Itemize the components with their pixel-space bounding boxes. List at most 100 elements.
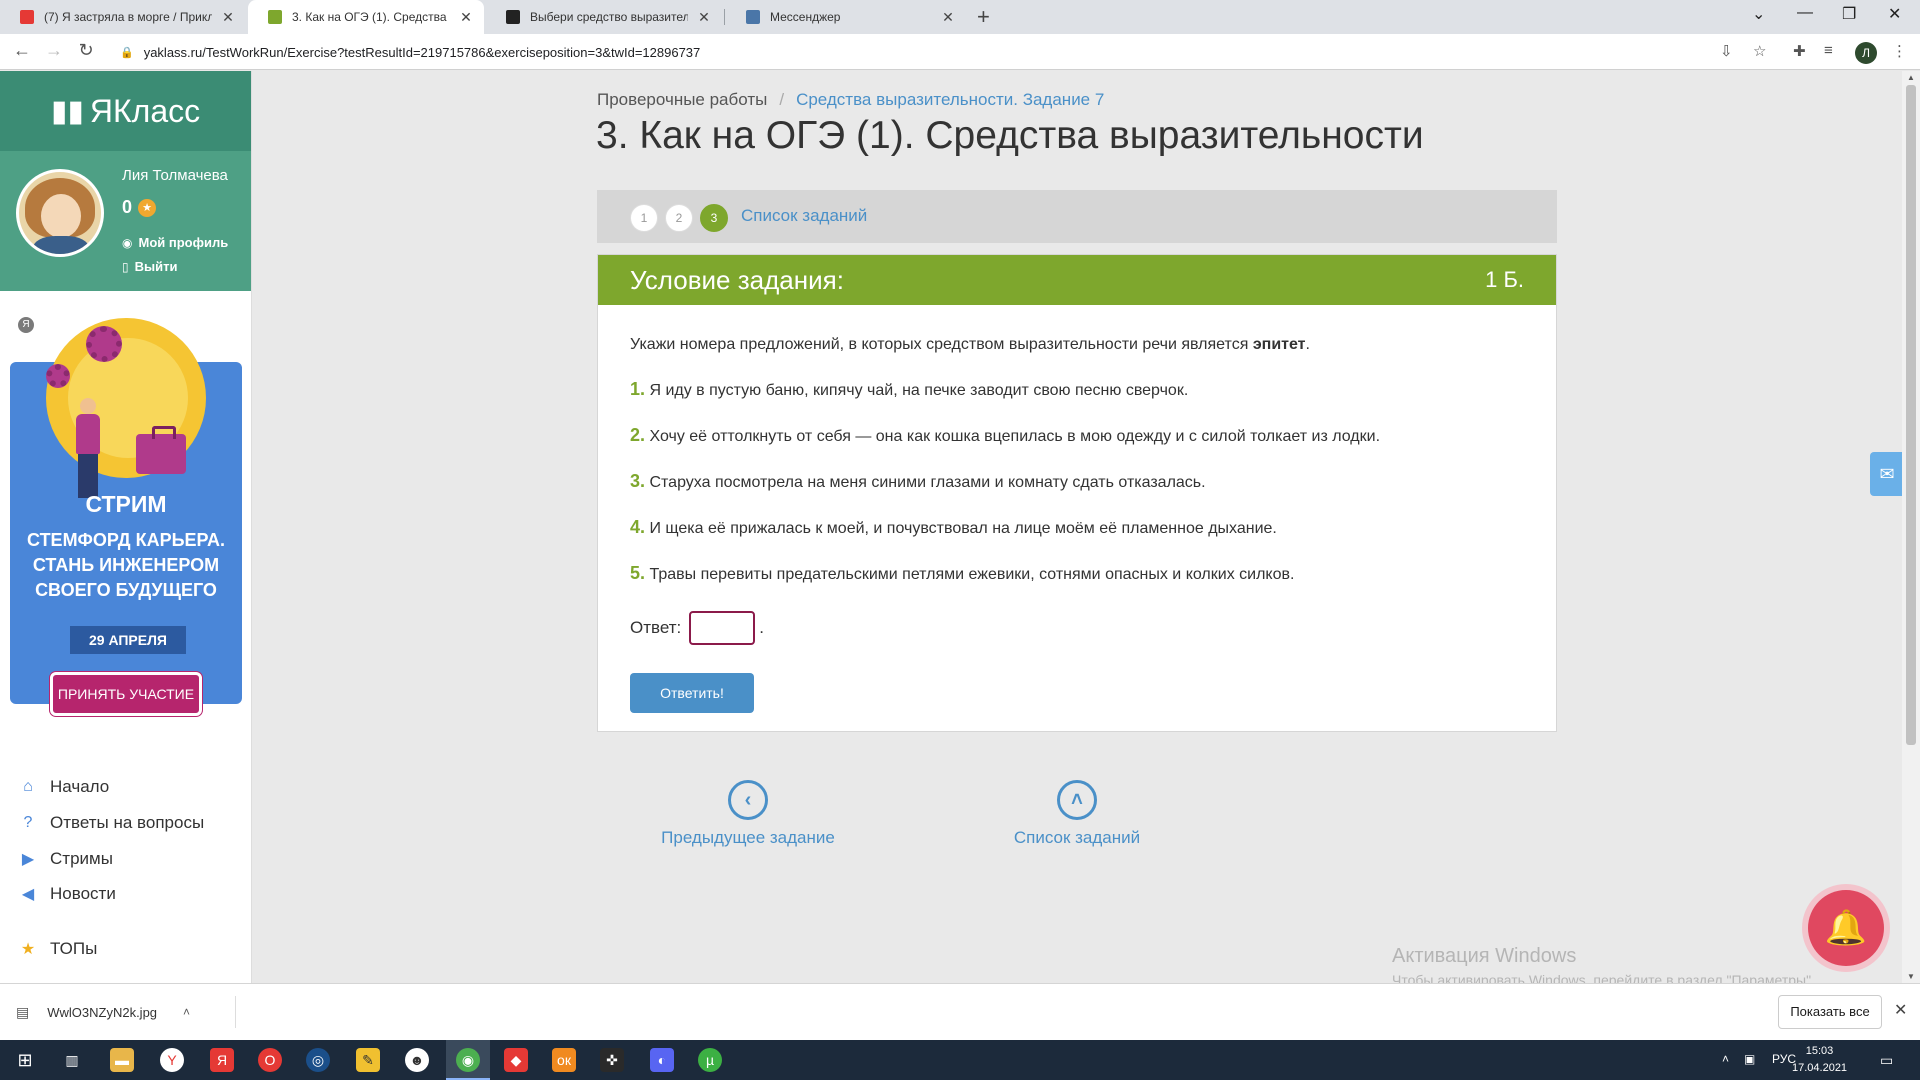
- restore-button[interactable]: ❐: [1842, 4, 1856, 24]
- close-tab-icon[interactable]: ✕: [940, 9, 956, 26]
- steam-icon[interactable]: ◎: [306, 1048, 330, 1072]
- page-button-2[interactable]: 2: [665, 204, 693, 232]
- task-list-label: Список заданий: [1013, 828, 1141, 847]
- reload-icon[interactable]: ↻: [74, 40, 98, 61]
- url-text: yaklass.ru/TestWorkRun/Exercise?testResu…: [143, 44, 701, 60]
- close-tab-icon[interactable]: ✕: [220, 9, 236, 26]
- breadcrumb-separator: /: [779, 90, 785, 109]
- yandex-icon[interactable]: Я: [210, 1048, 234, 1072]
- answer-period: .: [759, 618, 764, 637]
- sidebar-item-tops[interactable]: ★ ТОПы: [16, 939, 97, 959]
- page-scrollbar[interactable]: ▲ ▼: [1902, 71, 1920, 983]
- scrollbar-thumb[interactable]: [1906, 85, 1916, 745]
- page-button-1[interactable]: 1: [630, 204, 658, 232]
- address-bar[interactable]: 🔒 yaklass.ru/TestWorkRun/Exercise?testRe…: [108, 39, 1778, 65]
- sidebar: ▮▮ ЯКласс Я Лия Толмачева 0 ★ ◉ Мой проф…: [0, 71, 252, 983]
- game-icon[interactable]: ☻: [405, 1048, 429, 1072]
- notifications-icon[interactable]: ▭: [1880, 1052, 1893, 1069]
- promo-participate-button[interactable]: ПРИНЯТЬ УЧАСТИЕ: [50, 672, 202, 716]
- notification-bell-icon[interactable]: 🔔: [1808, 890, 1884, 966]
- answer-input[interactable]: [689, 611, 756, 645]
- yandex-browser-icon[interactable]: Y: [160, 1048, 184, 1072]
- sentence-4: 4. И щека её прижалась к моей, и почувст…: [630, 517, 1524, 539]
- question-end: .: [1305, 336, 1310, 353]
- sentence-text: Травы перевиты предательскими петлями еж…: [645, 566, 1295, 583]
- tab-search-icon[interactable]: ⌄: [1752, 4, 1765, 24]
- sentence-number: 2.: [630, 425, 646, 445]
- previous-task-link[interactable]: ‹ Предыдущее задание: [648, 780, 848, 848]
- game-controller-icon[interactable]: ✜: [600, 1048, 624, 1072]
- sidebar-item-news[interactable]: ◀ Новости: [16, 884, 116, 904]
- close-window-button[interactable]: ✕: [1888, 4, 1901, 24]
- star-icon: ★: [20, 941, 36, 958]
- show-all-downloads-button[interactable]: Показать все: [1778, 995, 1882, 1029]
- task-header: Условие задания: 1 Б.: [598, 255, 1556, 305]
- close-downloads-icon[interactable]: ✕: [1894, 1000, 1907, 1020]
- sidebar-item-streams[interactable]: ▶ Стримы: [16, 849, 113, 869]
- feedback-mail-icon[interactable]: ✉: [1870, 452, 1904, 496]
- tab-title: 3. Как на ОГЭ (1). Средства выр...: [292, 10, 450, 24]
- tab-youtube[interactable]: (7) Я застряла в морге / Прикл... ✕: [0, 0, 246, 34]
- person-graphic: [72, 398, 102, 498]
- user-name[interactable]: Лия Толмачева: [122, 167, 228, 184]
- sidebar-item-label: Ответы на вопросы: [50, 813, 205, 832]
- task-view-icon[interactable]: ▥: [60, 1048, 84, 1072]
- chrome-icon[interactable]: ◉: [456, 1048, 480, 1072]
- youtube-icon: [20, 10, 34, 24]
- notes-icon[interactable]: ✎: [356, 1048, 380, 1072]
- sentence-1: 1. Я иду в пустую баню, кипячу чай, на п…: [630, 379, 1524, 401]
- discord-icon[interactable]: ◐: [650, 1048, 674, 1072]
- tray-expand-icon[interactable]: ˄: [1722, 1052, 1729, 1066]
- page-button-3[interactable]: 3: [700, 204, 728, 232]
- opera-icon[interactable]: O: [258, 1048, 282, 1072]
- promo-banner[interactable]: СТРИМ СТЕМФОРД КАРЬЕРА. СТАНЬ ИНЖЕНЕРОМ …: [10, 308, 242, 728]
- download-item[interactable]: ▤ WwlO3NZyN2k.jpg ˄: [16, 996, 236, 1028]
- install-app-icon[interactable]: ⇩: [1720, 42, 1733, 60]
- windows-start-icon[interactable]: ⊞: [13, 1048, 37, 1072]
- chevron-left-icon: ‹: [728, 780, 768, 820]
- promo-text: СТЕМФОРД КАРЬЕРА. СТАНЬ ИНЖЕНЕРОМ СВОЕГО…: [27, 530, 225, 600]
- utorrent-icon[interactable]: µ: [698, 1048, 722, 1072]
- bookmark-star-icon[interactable]: ☆: [1753, 42, 1766, 60]
- minimize-button[interactable]: —: [1797, 4, 1813, 22]
- sentence-5: 5. Травы перевиты предательскими петлями…: [630, 563, 1524, 585]
- chevron-up-icon[interactable]: ˄: [183, 1005, 190, 1019]
- task-pager: 1 2 3 Список заданий: [597, 190, 1557, 243]
- task-list-bottom-link[interactable]: ˄ Список заданий: [977, 780, 1177, 848]
- logout-label: Выйти: [134, 259, 178, 274]
- my-profile-link[interactable]: ◉ Мой профиль: [122, 235, 228, 250]
- media-control-icon[interactable]: ≡: [1824, 42, 1833, 59]
- close-tab-icon[interactable]: ✕: [696, 9, 712, 26]
- network-icon[interactable]: ▣: [1744, 1052, 1755, 1066]
- back-arrow-icon[interactable]: ←: [10, 40, 34, 61]
- logout-link[interactable]: ▯ Выйти: [122, 259, 177, 274]
- tab-messenger[interactable]: Мессенджер ✕: [726, 0, 966, 34]
- tab-quiz[interactable]: Выбери средство выразительно... ✕: [486, 0, 722, 34]
- close-tab-icon[interactable]: ✕: [458, 9, 474, 26]
- logo-text: ЯКласс: [89, 92, 201, 129]
- roblox-icon[interactable]: ◆: [504, 1048, 528, 1072]
- lock-icon: 🔒: [120, 46, 134, 59]
- breadcrumb-topic-link[interactable]: Средства выразительности. Задание 7: [796, 90, 1104, 110]
- user-panel: Я Лия Толмачева 0 ★ ◉ Мой профиль ▯ Выйт…: [0, 151, 251, 335]
- new-tab-button[interactable]: +: [977, 4, 990, 30]
- avatar[interactable]: [16, 169, 104, 257]
- system-clock[interactable]: 15:03 17.04.2021: [1792, 1043, 1847, 1077]
- gear-icon: [46, 364, 70, 388]
- forward-arrow-icon[interactable]: →: [42, 40, 66, 61]
- scroll-down-icon[interactable]: ▼: [1907, 972, 1915, 981]
- scroll-up-icon[interactable]: ▲: [1907, 73, 1915, 82]
- odnoklassniki-icon[interactable]: ок: [552, 1048, 576, 1072]
- sidebar-item-home[interactable]: ⌂ Начало: [16, 777, 109, 797]
- submit-answer-button[interactable]: Ответить!: [630, 673, 754, 713]
- breadcrumb-tests-link[interactable]: Проверочные работы: [597, 90, 767, 110]
- tab-yaklass[interactable]: 3. Как на ОГЭ (1). Средства выр... ✕: [248, 0, 484, 34]
- extensions-icon[interactable]: ✚: [1793, 42, 1806, 60]
- sidebar-item-answers[interactable]: ? Ответы на вопросы: [16, 813, 205, 833]
- task-list-link[interactable]: Список заданий: [741, 206, 867, 226]
- site-logo[interactable]: ▮▮ ЯКласс: [0, 71, 251, 151]
- profile-avatar[interactable]: Л: [1855, 42, 1877, 64]
- task-card: Условие задания: 1 Б. Укажи номера предл…: [597, 254, 1557, 732]
- menu-icon[interactable]: ⋮: [1892, 42, 1907, 60]
- file-explorer-icon[interactable]: ▬: [110, 1048, 134, 1072]
